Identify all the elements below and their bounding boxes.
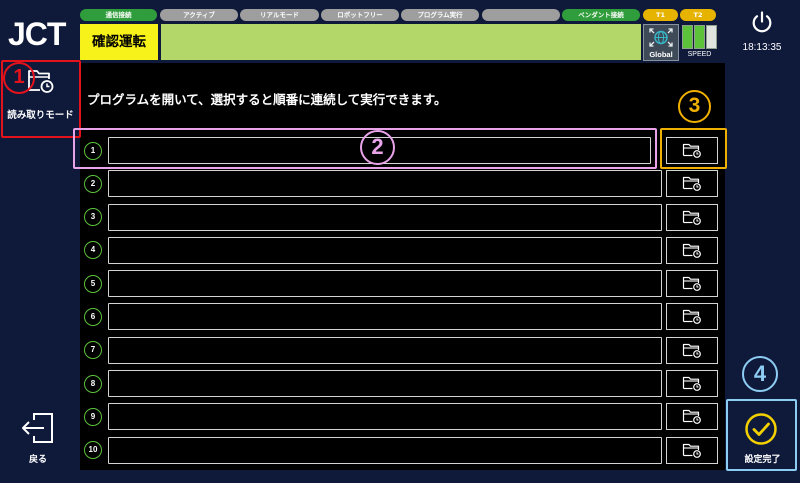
row-number: 9 — [84, 407, 102, 426]
speed-bar — [706, 25, 717, 49]
status-t1: T1 — [643, 9, 678, 21]
program-field[interactable] — [108, 303, 662, 331]
speed-label: SPEED — [687, 51, 712, 58]
status-program-running: プログラム実行 — [401, 9, 479, 21]
browse-button[interactable] — [666, 303, 718, 331]
status-pendant-connected: ペンダント接続 — [562, 9, 640, 21]
status-robot-free: ロボットフリー — [321, 9, 399, 21]
annotation-frame-3 — [660, 128, 727, 169]
annotation-marker-4: 4 — [742, 356, 778, 392]
browse-button[interactable] — [666, 203, 718, 231]
folder-icon — [682, 209, 702, 225]
folder-icon — [682, 242, 702, 258]
annotation-marker-3: 3 — [678, 90, 711, 123]
program-row: 3 — [0, 203, 800, 231]
browse-button[interactable] — [666, 370, 718, 398]
folder-icon — [682, 175, 702, 191]
annotation-marker-2: 2 — [360, 130, 395, 165]
row-number: 6 — [84, 307, 102, 326]
browse-button[interactable] — [666, 170, 718, 198]
browse-button[interactable] — [666, 436, 718, 464]
operation-mode-badge: 確認運転 — [80, 24, 158, 60]
browse-button[interactable] — [666, 270, 718, 298]
folder-icon — [682, 442, 702, 458]
browse-button[interactable] — [666, 236, 718, 264]
speed-bar — [682, 25, 693, 49]
folder-icon — [682, 275, 702, 291]
browse-button[interactable] — [666, 403, 718, 431]
program-field[interactable] — [108, 436, 662, 464]
folder-icon — [682, 375, 702, 391]
program-row: 10 — [0, 436, 800, 464]
folder-icon — [682, 342, 702, 358]
program-row: 9 — [0, 403, 800, 431]
coordinate-label: Global — [649, 50, 673, 59]
row-number: 7 — [84, 341, 102, 360]
program-row: 6 — [0, 303, 800, 331]
status-comm-connected: 通信接続 — [80, 9, 157, 21]
program-row: 2 — [0, 170, 800, 198]
status-t2: T2 — [680, 9, 716, 21]
status-real-mode: リアルモード — [240, 9, 319, 21]
instruction-text: プログラムを開いて、選択すると順番に連続して実行できます。 — [87, 92, 447, 107]
annotation-marker-1: 1 — [3, 62, 35, 94]
program-row: 7 — [0, 336, 800, 364]
program-field[interactable] — [108, 203, 662, 231]
folder-icon — [682, 308, 702, 324]
program-field[interactable] — [108, 236, 662, 264]
browse-button[interactable] — [666, 336, 718, 364]
status-blank — [482, 9, 560, 21]
globe-icon — [649, 28, 673, 47]
program-field[interactable] — [108, 370, 662, 398]
row-number: 4 — [84, 241, 102, 260]
clock: 18:13:35 — [742, 42, 782, 53]
program-row: 5 — [0, 270, 800, 298]
program-list: 1 2 3 4 5 6 7 8 9 10 — [0, 137, 800, 464]
annotation-frame-4 — [726, 399, 797, 471]
status-active: アクティブ — [160, 9, 238, 21]
speed-bar — [694, 25, 705, 49]
speed-indicator[interactable]: SPEED — [681, 24, 718, 61]
program-field[interactable] — [108, 170, 662, 198]
program-row: 8 — [0, 370, 800, 398]
folder-icon — [682, 408, 702, 424]
power-icon — [752, 11, 772, 33]
program-field[interactable] — [108, 336, 662, 364]
coordinate-button[interactable]: Global — [643, 24, 679, 61]
speed-bars — [682, 25, 717, 49]
row-number: 2 — [84, 174, 102, 193]
row-number: 10 — [84, 441, 102, 460]
program-field[interactable] — [108, 270, 662, 298]
row-number: 5 — [84, 274, 102, 293]
row-number: 3 — [84, 208, 102, 227]
program-field[interactable] — [108, 403, 662, 431]
program-row: 4 — [0, 236, 800, 264]
power-button[interactable] — [750, 10, 774, 34]
row-number: 8 — [84, 374, 102, 393]
app-logo: JCT — [8, 16, 66, 52]
message-bar — [161, 24, 641, 60]
